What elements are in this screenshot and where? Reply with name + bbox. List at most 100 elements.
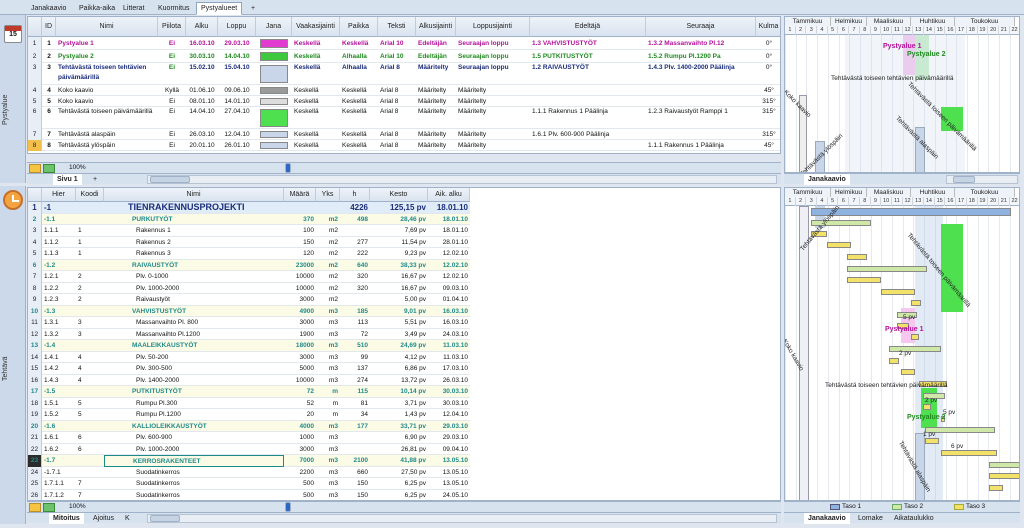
tab-k[interactable]: K xyxy=(121,513,134,524)
tab-add[interactable]: + xyxy=(246,2,260,15)
col-header[interactable]: Kulma xyxy=(756,17,780,37)
gantt-bar[interactable] xyxy=(889,358,899,364)
task-row[interactable]: 8 1.2.2 2 Plv. 1000-2000 10000 m2 320 16,67 pv 0… xyxy=(28,282,470,294)
col-header[interactable]: Loppu xyxy=(218,17,256,37)
gantt-bar[interactable] xyxy=(847,266,927,272)
cell-num[interactable]: 25 xyxy=(28,478,42,490)
tab-litterat[interactable]: Litterat xyxy=(118,2,149,15)
cell-num[interactable]: 2 xyxy=(28,50,42,63)
check-icon[interactable] xyxy=(43,164,55,173)
gantt-bar[interactable] xyxy=(889,346,941,352)
sheet-tab-sivu1[interactable]: Sivu 1 xyxy=(53,174,82,185)
task-row[interactable]: 19 1.5.2 5 Rumpu Pl.1200 20 m 34 1,43 pv 12.04.1… xyxy=(28,409,470,421)
cell-num[interactable]: 12 xyxy=(28,328,42,340)
gantt-bar[interactable] xyxy=(925,438,939,444)
col-header[interactable]: Alkusijainti xyxy=(416,17,456,37)
cell-num[interactable]: 1 xyxy=(28,37,42,50)
col-header[interactable]: Kesto xyxy=(370,188,428,202)
cell-num[interactable]: 6 xyxy=(28,107,42,129)
cell-num[interactable]: 19 xyxy=(28,409,42,421)
col-header[interactable]: Paikka xyxy=(340,17,378,37)
col-header[interactable]: Teksti xyxy=(378,17,416,37)
task-row[interactable]: 1 -1 TIENRAKENNUSPROJEKTI 4226 125,15 pv 18.0… xyxy=(28,202,470,214)
task-row[interactable]: 11 1.3.1 3 Massanvaihto Pl. 800 3000 m3 113 5,5… xyxy=(28,317,470,329)
cell-num[interactable]: 15 xyxy=(28,363,42,375)
task-row[interactable]: 21 1.6.1 6 Plv. 600-900 1000 m3 6,90 pv 29.03.1… xyxy=(28,432,470,444)
gantt-bar[interactable] xyxy=(847,254,867,260)
col-header[interactable]: Vaakasijainti xyxy=(292,17,340,37)
task-row[interactable]: 22 1.6.2 6 Plv. 1000-2000 3000 m3 26,81 pv 09.0… xyxy=(28,443,470,455)
zoom-level[interactable]: 100% xyxy=(69,503,86,510)
col-header[interactable]: Koodi xyxy=(76,188,104,202)
calendar-icon[interactable]: 15 xyxy=(4,25,22,43)
cell-num[interactable]: 8 xyxy=(28,140,42,151)
cell-num[interactable]: 8 xyxy=(28,282,42,294)
col-header[interactable]: Loppusijainti xyxy=(456,17,530,37)
zoom-level[interactable]: 100% xyxy=(69,164,86,171)
top-gantt-hscroll[interactable] xyxy=(946,175,1018,184)
area-tehtavasta-toiseen[interactable] xyxy=(845,35,965,172)
task-row[interactable]: 7 1.2.1 2 Plv. 0-1000 10000 m2 320 16,67 pv 12.0… xyxy=(28,271,470,283)
top-gantt-tab-janakaavio[interactable]: Janakaavio xyxy=(804,174,850,185)
cell-num[interactable]: 18 xyxy=(28,397,42,409)
gantt-bar[interactable] xyxy=(827,242,851,248)
task-row[interactable]: 6 -1.2 RAIVAUSTYÖT 23000 m2 640 38,33 pv 12.02.… xyxy=(28,259,470,271)
cell-num[interactable]: 16 xyxy=(28,374,42,386)
cell-num[interactable]: 11 xyxy=(28,317,42,329)
zoom-slider-handle[interactable] xyxy=(285,163,291,173)
cell-num[interactable]: 17 xyxy=(28,386,42,398)
task-row[interactable]: 5 1.1.3 1 Rakennus 3 120 m2 222 9,23 pv 12.02.10 xyxy=(28,248,470,260)
filter-icon[interactable] xyxy=(29,503,41,512)
col-header[interactable]: Yks xyxy=(316,188,340,202)
pystyalue-row[interactable]: 7 7 Tehtävästä alaspäin Ei 26.03.10 12.04.10 K… xyxy=(28,129,780,140)
bottom-grid-hscroll[interactable] xyxy=(147,514,777,523)
cell-num[interactable]: 9 xyxy=(28,294,42,306)
col-header[interactable]: h xyxy=(340,188,370,202)
top-grid-hscroll[interactable] xyxy=(147,175,777,184)
sheet-tab-add[interactable]: + xyxy=(89,174,101,185)
task-row[interactable]: 17 -1.5 PUTKITUSTYÖT 72 m 115 10,14 pv 30.03.10 xyxy=(28,386,470,398)
top-gantt-chart[interactable]: Tammikuu Helmikuu Maaliskuu Huhtikuu Toukoku… xyxy=(784,16,1020,173)
cell-num[interactable]: 7 xyxy=(28,129,42,140)
task-row[interactable]: 14 1.4.1 4 Plv. 50-200 3000 m3 99 4,12 pv 11.03.… xyxy=(28,351,470,363)
gantt-bar[interactable] xyxy=(847,277,881,283)
cell-num[interactable]: 3 xyxy=(28,63,42,85)
cell-num[interactable]: 13 xyxy=(28,340,42,352)
col-header[interactable]: Alku xyxy=(186,17,218,37)
col-header[interactable] xyxy=(28,17,42,37)
col-header[interactable]: Seuraaja xyxy=(646,17,756,37)
cell-num[interactable]: 23 xyxy=(28,455,42,467)
cell-num[interactable]: 10 xyxy=(28,305,42,317)
cell-num[interactable]: 20 xyxy=(28,420,42,432)
col-header[interactable]: Nimi xyxy=(56,17,158,37)
col-header[interactable]: Piilota xyxy=(158,17,186,37)
task-row[interactable]: 24 -1.7.1 Suodatinkerros 2200 m3 660 27,50 pv 1… xyxy=(28,466,470,478)
gantt-tab-janakaavio[interactable]: Janakaavio xyxy=(804,513,850,524)
gantt-bar[interactable] xyxy=(811,208,1011,216)
tab-mitoitus[interactable]: Mitoitus xyxy=(49,513,84,524)
filter-icon[interactable] xyxy=(29,164,41,173)
gantt-tab-lomake[interactable]: Lomake xyxy=(854,513,887,524)
task-row[interactable]: 26 1.7.1.2 7 Suodatinkerros 500 m3 150 6,25 pv 2… xyxy=(28,489,470,500)
cell-num[interactable]: 5 xyxy=(28,248,42,260)
clock-icon[interactable] xyxy=(3,190,23,210)
gantt-bar[interactable] xyxy=(901,369,915,375)
task-row[interactable]: 10 -1.3 VAHVISTUSTYÖT 4900 m3 185 9,01 pv 16.03… xyxy=(28,305,470,317)
task-row[interactable]: 9 1.2.3 2 Raivaustyöt 3000 m2 5,00 pv 01.04.10 xyxy=(28,294,470,306)
pystyalue-row[interactable]: 5 5 Koko kaavio Ei 08.01.10 14.01.10 Keskellä K… xyxy=(28,96,780,107)
gantt-bar[interactable] xyxy=(911,300,921,306)
gantt-bar[interactable] xyxy=(881,289,915,295)
cell-num[interactable]: 22 xyxy=(28,443,42,455)
pystyalue-row[interactable]: 2 2 Pystyalue 2 Ei 30.03.10 14.04.10 Keskellä A… xyxy=(28,50,780,63)
task-row[interactable]: 23 -1.7 KERROSRAKENTEET 7000 m3 2100 41,88 pv 1… xyxy=(28,455,470,467)
tab-ajoitus[interactable]: Ajoitus xyxy=(89,513,118,524)
cell-num[interactable]: 4 xyxy=(28,85,42,96)
gantt-bar[interactable] xyxy=(911,334,919,340)
pystyalue-row[interactable]: 4 4 Koko kaavio Kyllä 01.06.10 09.06.10 Keskel… xyxy=(28,85,780,96)
col-header[interactable]: Jana xyxy=(256,17,292,37)
pystyalue-row[interactable]: 3 3 Tehtävästä toiseen tehtävien päivämäär… xyxy=(28,63,780,85)
tab-kuormitus[interactable]: Kuormitus xyxy=(153,2,195,15)
task-row[interactable]: 3 1.1.1 1 Rakennus 1 100 m2 7,69 pv 18.01.10 xyxy=(28,225,470,237)
gantt-tab-aikataulukko[interactable]: Aikataulukko xyxy=(890,513,938,524)
gantt-bar[interactable] xyxy=(989,462,1019,468)
